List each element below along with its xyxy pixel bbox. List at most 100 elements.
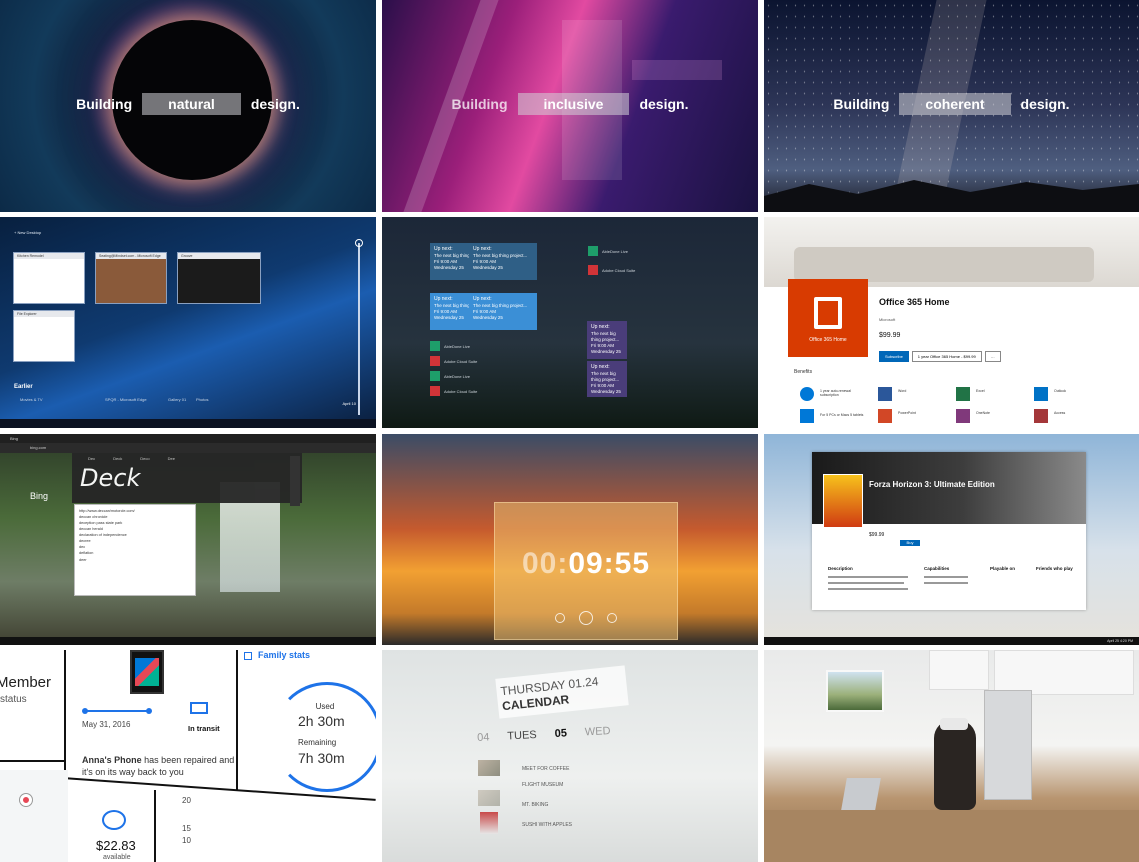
- headline-coherent: Building coherent design.: [764, 92, 1139, 116]
- subscribe-button[interactable]: Subscribe: [879, 351, 909, 362]
- benefit-label: For 5 PCs or Macs 5 tablets: [820, 413, 864, 417]
- tile-calendar: THURSDAY 01.24 CALENDAR 04 TUES 05 WED M…: [382, 650, 758, 862]
- app-icon: [430, 356, 440, 366]
- section-heading: Description: [828, 566, 853, 571]
- wooden-table: [764, 810, 1139, 862]
- tile-notifications: Up next: The next big thing project... F…: [382, 217, 758, 428]
- ink-panel-controls[interactable]: [290, 456, 300, 506]
- sofa-image: [794, 247, 1094, 282]
- notification-card[interactable]: Up next: The next big thing project... F…: [469, 293, 537, 330]
- headline-word: inclusive: [517, 93, 630, 115]
- benefit-label: Excel: [976, 389, 985, 393]
- truck-icon: [190, 702, 208, 714]
- timeline-date: April 10: [342, 401, 356, 406]
- address-bar[interactable]: bing.com: [0, 443, 376, 453]
- day-number[interactable]: 04: [477, 731, 490, 744]
- ink-suggestion[interactable]: Dec: [88, 456, 95, 461]
- day-number[interactable]: 05: [554, 727, 567, 740]
- app-item[interactable]: Adobe Cloud Suite: [588, 265, 635, 275]
- map-view[interactable]: [0, 770, 68, 862]
- new-desktop-button[interactable]: + New Desktop: [14, 230, 41, 235]
- timer-display: 00:09:55: [495, 547, 677, 581]
- suggestion-item[interactable]: deer: [79, 557, 191, 563]
- card-body: The next big thing project...: [473, 302, 528, 308]
- window-thumbnail[interactable]: Groove: [177, 252, 261, 304]
- window-title: Groove: [178, 253, 260, 259]
- notification-card[interactable]: Up next: The next big thing project... F…: [587, 321, 627, 359]
- ink-suggestion[interactable]: Deco: [140, 456, 149, 461]
- buy-button[interactable]: Buy: [900, 540, 920, 546]
- card-day: Wednesday 25: [473, 314, 503, 320]
- app-item[interactable]: Adobe Cloud Suite: [430, 356, 477, 366]
- app-item[interactable]: AbleDone Live: [430, 371, 470, 381]
- calendar-columns: 04 TUES 05 WED: [477, 718, 747, 744]
- benefit-label: Word: [898, 389, 907, 393]
- timeline-scrollbar[interactable]: [355, 239, 363, 415]
- stats-icon: [244, 652, 252, 660]
- renewal-icon: [800, 387, 814, 401]
- calendar-event[interactable]: MEET FOR COFFEE: [522, 766, 569, 772]
- taskbar[interactable]: [0, 637, 376, 645]
- product-price: $99.99: [879, 332, 901, 339]
- tile-kitchen-scene: [764, 650, 1139, 862]
- plan-select[interactable]: 1 year Office 365 Home - $99.99: [911, 351, 982, 362]
- window-thumbnail[interactable]: File Explorer: [13, 310, 75, 362]
- more-button[interactable]: …: [984, 351, 1001, 362]
- app-item[interactable]: Adobe Cloud Suite: [430, 386, 477, 396]
- calendar-event[interactable]: MT. BIKING: [522, 802, 548, 808]
- app-label: Adobe Cloud Suite: [444, 358, 478, 364]
- office-tile-label: Office 365 Home: [809, 337, 847, 343]
- calendar-event[interactable]: FLIGHT MUSEUM: [522, 782, 563, 788]
- notification-card[interactable]: Up next: The next big thing project... F…: [587, 361, 627, 397]
- card-head: Up next:: [591, 364, 610, 370]
- card-head: Up next:: [591, 324, 610, 330]
- location-pin-icon[interactable]: [20, 794, 32, 806]
- publisher: Microsoft: [879, 317, 896, 322]
- remaining-label: Remaining: [298, 738, 337, 747]
- benefit-label: 1 year auto-renewal subscription: [820, 389, 851, 397]
- text-line: [828, 582, 904, 584]
- powerpoint-icon: [878, 409, 892, 423]
- member-title: Member: [0, 674, 52, 691]
- app-item[interactable]: AbleDone Live: [430, 341, 470, 351]
- game-title: Forza Horizon 3: Ultimate Edition: [869, 480, 995, 489]
- card-head: Up next:: [473, 246, 492, 252]
- ink-suggestion[interactable]: Deck: [113, 456, 122, 461]
- earlier-item[interactable]: Photos: [196, 397, 208, 402]
- day-name[interactable]: WED: [585, 725, 611, 738]
- tile-coherent-design: Building coherent design.: [764, 0, 1139, 212]
- transit-status: In transit: [188, 724, 220, 733]
- taskbar[interactable]: April 25 4:20 PM: [764, 637, 1139, 645]
- window-thumbnail[interactable]: Seating@Mindset.com - Microsoft Edge: [95, 252, 167, 304]
- family-stats-title[interactable]: Family stats: [258, 650, 310, 660]
- available-label: available: [103, 854, 131, 861]
- check-icon[interactable]: [607, 613, 617, 623]
- divider: [0, 760, 66, 762]
- ink-suggestion[interactable]: Dee: [168, 456, 175, 461]
- play-button[interactable]: [579, 611, 593, 625]
- earlier-item[interactable]: Gallery 01: [168, 397, 186, 402]
- progress-dot: [146, 708, 152, 714]
- benefit-label: Access: [1054, 411, 1066, 415]
- timer-minutes-seconds: 09:55: [568, 547, 651, 580]
- member-status: status: [0, 694, 27, 705]
- access-icon: [1034, 409, 1048, 423]
- browser-tab[interactable]: Bing: [0, 434, 376, 443]
- tile-timer: 00:09:55: [382, 434, 758, 645]
- app-label: AbleDone Live: [444, 343, 471, 349]
- landscape-painting: [826, 670, 884, 712]
- timeline-handle[interactable]: [355, 239, 363, 247]
- day-name[interactable]: TUES: [507, 729, 537, 743]
- app-item[interactable]: AbleDone Live: [588, 246, 628, 256]
- box-art: [823, 474, 863, 528]
- calendar-event[interactable]: SUSHI WITH APPLES: [522, 822, 572, 828]
- used-value: 2h 30m: [298, 713, 345, 729]
- earlier-item[interactable]: Movies & TV: [20, 397, 43, 402]
- ink-input-panel[interactable]: Dec Deck Deco Dee Deck: [72, 453, 302, 503]
- notification-card[interactable]: Up next: The next big thing project... F…: [469, 243, 537, 280]
- earlier-item[interactable]: SPQR - Microsoft Edge: [105, 397, 147, 402]
- window-thumbnail[interactable]: Kitchen Remodel: [13, 252, 85, 304]
- taskbar[interactable]: [0, 419, 376, 428]
- reset-icon[interactable]: [555, 613, 565, 623]
- onenote-icon: [956, 409, 970, 423]
